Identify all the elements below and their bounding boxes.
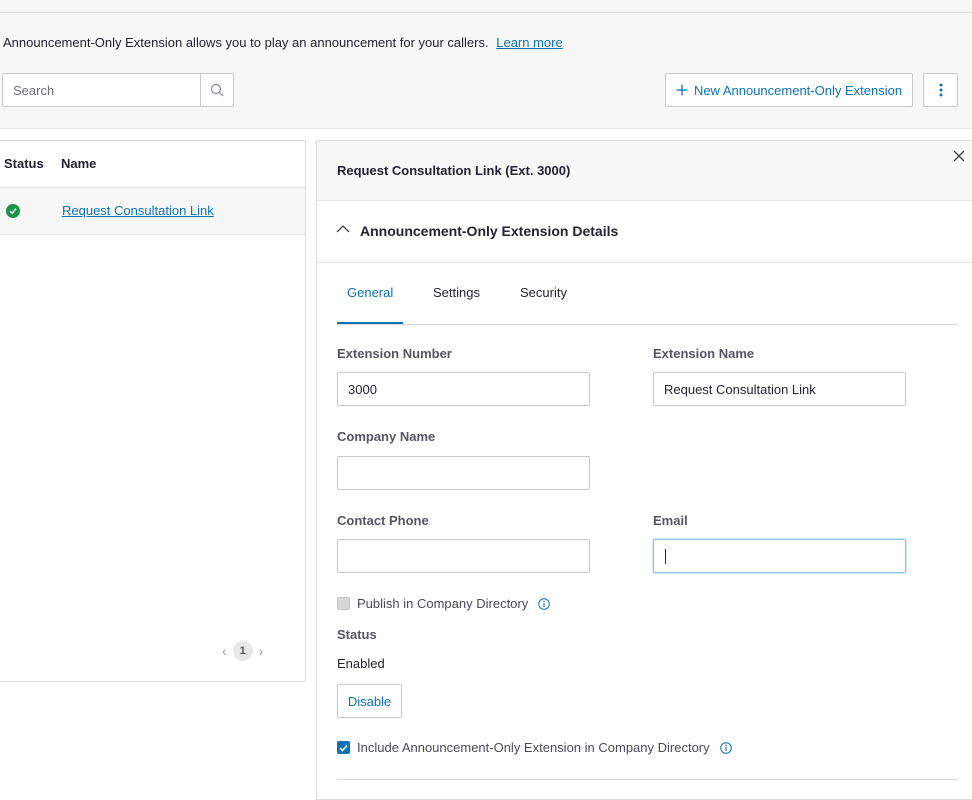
publish-directory-checkbox[interactable]: [337, 597, 350, 610]
top-divider: [0, 12, 972, 13]
detail-tabs: General Settings Security: [337, 263, 958, 325]
column-header-name[interactable]: Name: [61, 156, 96, 171]
extension-name-link[interactable]: Request Consultation Link: [62, 203, 214, 218]
check-icon: [339, 744, 348, 752]
status-value: Enabled: [337, 656, 385, 671]
description-text: Announcement-Only Extension allows you t…: [3, 35, 489, 50]
chevron-left-icon[interactable]: ‹: [222, 643, 227, 659]
disable-button[interactable]: Disable: [337, 684, 402, 718]
email-label: Email: [653, 513, 688, 528]
status-label: Status: [337, 627, 377, 642]
pagination: ‹ 1 ›: [222, 641, 263, 661]
detail-title: Request Consultation Link (Ext. 3000): [337, 163, 571, 178]
tab-general[interactable]: General: [347, 285, 393, 300]
extension-number-input[interactable]: [337, 372, 590, 406]
current-page[interactable]: 1: [232, 641, 253, 661]
info-icon[interactable]: [720, 742, 732, 754]
list-header: Status Name: [0, 141, 305, 188]
more-options-button[interactable]: [923, 73, 958, 107]
details-section-header[interactable]: Announcement-Only Extension Details: [317, 201, 972, 263]
publish-directory-label: Publish in Company Directory: [357, 596, 529, 611]
extension-number-label: Extension Number: [337, 346, 452, 361]
chevron-right-icon[interactable]: ›: [259, 643, 264, 659]
search-box: [2, 73, 234, 107]
new-extension-label: New Announcement-Only Extension: [693, 82, 903, 98]
chevron-up-icon[interactable]: [336, 224, 350, 233]
section-divider: [337, 779, 958, 780]
include-directory-label: Include Announcement-Only Extension in C…: [357, 740, 710, 755]
learn-more-link[interactable]: Learn more: [496, 35, 562, 50]
close-icon: [953, 150, 965, 162]
company-name-input[interactable]: [337, 456, 590, 490]
disable-button-label: Disable: [347, 693, 392, 709]
extension-name-input[interactable]: [653, 372, 906, 406]
close-button[interactable]: [953, 149, 969, 165]
search-button[interactable]: [200, 74, 233, 106]
info-icon[interactable]: [538, 598, 550, 610]
detail-header: Request Consultation Link (Ext. 3000): [317, 141, 972, 201]
tab-settings[interactable]: Settings: [433, 285, 480, 300]
tab-security[interactable]: Security: [520, 285, 567, 300]
top-toolbar-area: Announcement-Only Extension allows you t…: [0, 0, 972, 129]
search-icon: [210, 83, 224, 97]
page-description: Announcement-Only Extension allows you t…: [3, 35, 563, 50]
check-icon: [9, 208, 17, 215]
column-header-status[interactable]: Status: [4, 156, 44, 171]
search-input[interactable]: [3, 74, 201, 106]
section-title: Announcement-Only Extension Details: [360, 223, 619, 239]
extension-name-label: Extension Name: [653, 346, 755, 361]
status-enabled-icon: [6, 204, 20, 218]
active-tab-indicator: [337, 322, 403, 324]
contact-phone-input[interactable]: [337, 539, 590, 573]
include-directory-checkbox[interactable]: [337, 741, 350, 754]
company-name-label: Company Name: [337, 429, 436, 444]
new-extension-button[interactable]: New Announcement-Only Extension: [665, 73, 913, 107]
email-field[interactable]: [653, 539, 906, 573]
text-cursor: [665, 549, 666, 564]
extension-list-panel: Status Name Request Consultation Link ‹ …: [0, 140, 306, 682]
contact-phone-label: Contact Phone: [337, 513, 429, 528]
extension-detail-panel: Request Consultation Link (Ext. 3000) An…: [316, 140, 972, 800]
plus-icon: [676, 84, 688, 96]
vertical-dots-icon: [939, 83, 942, 97]
table-row[interactable]: Request Consultation Link: [0, 188, 305, 235]
